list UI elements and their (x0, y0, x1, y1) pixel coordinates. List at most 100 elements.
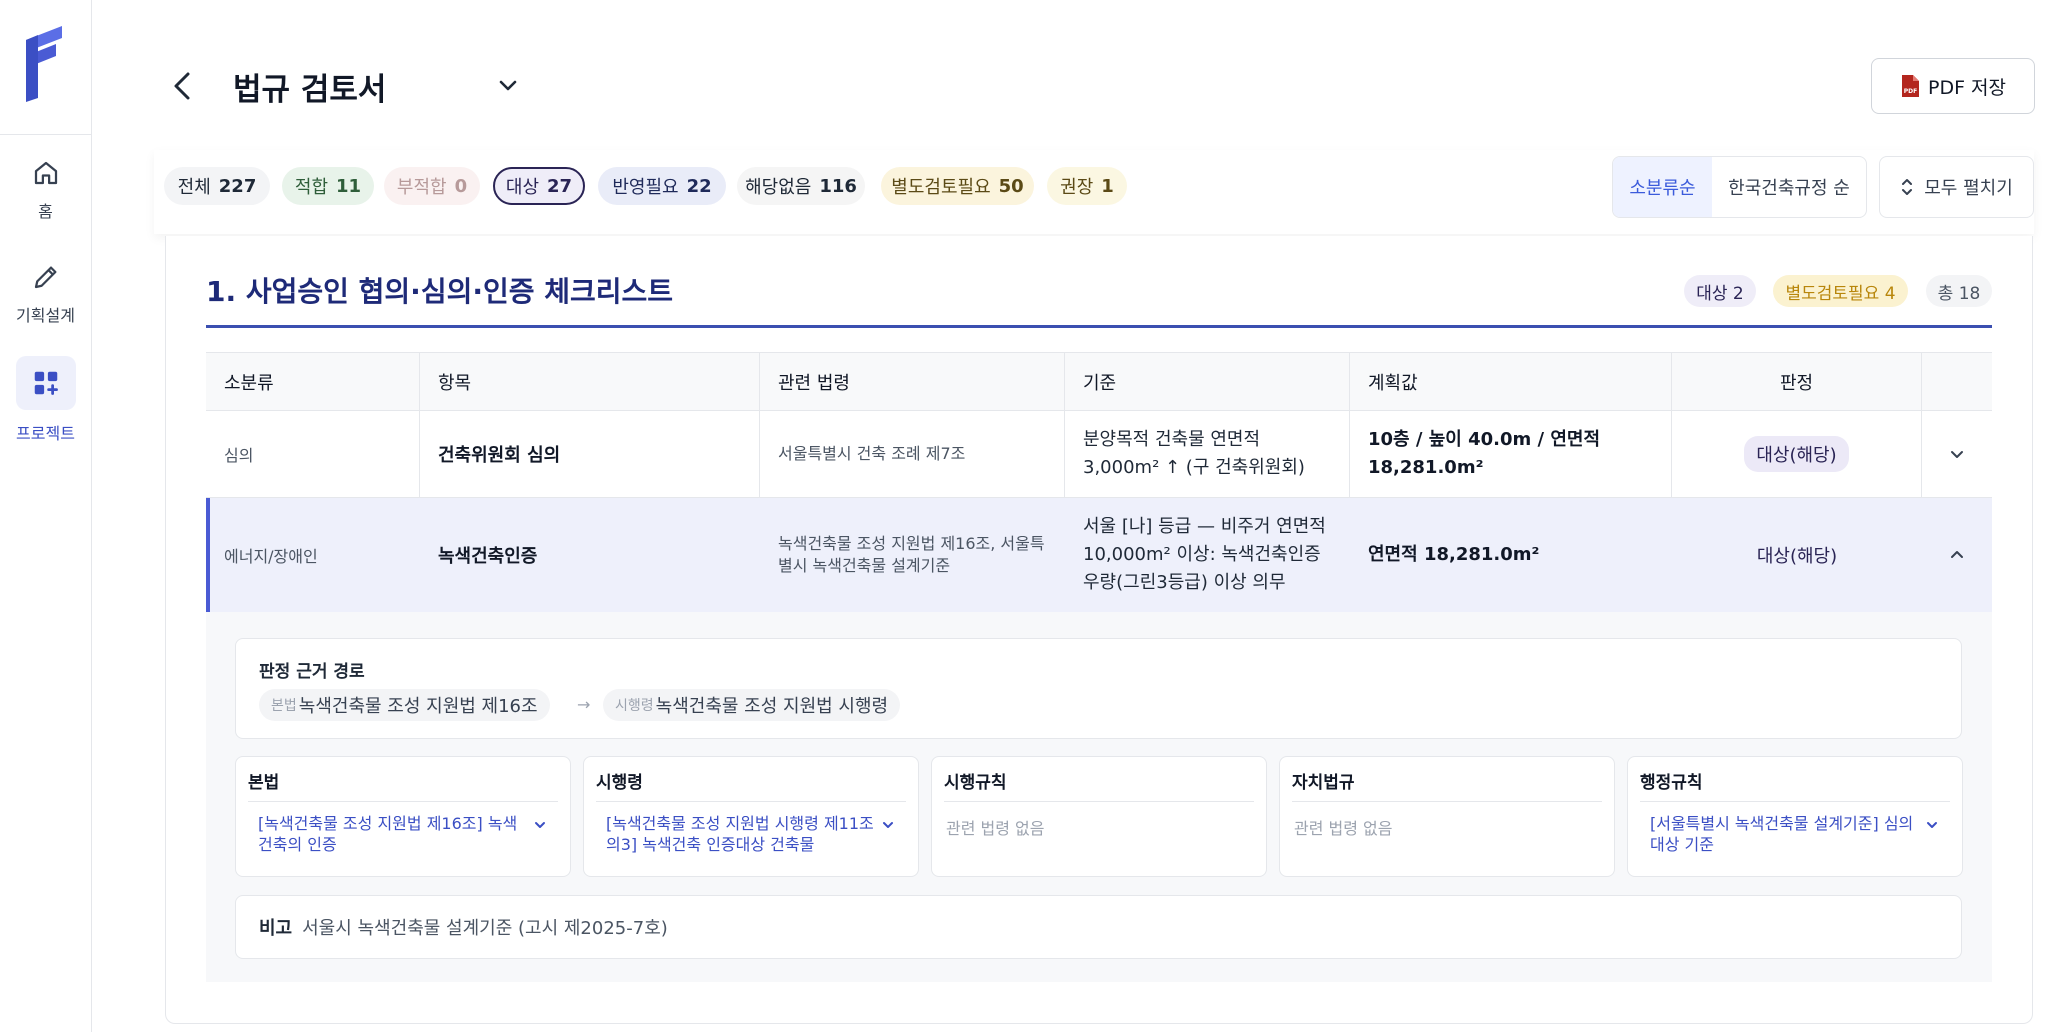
cell-category: 에너지/장애인 (224, 547, 318, 566)
chevron-down-icon[interactable] (1924, 817, 1940, 833)
path-chip-value: 녹색건축물 조성 지원법 제16조 (298, 696, 538, 717)
cell-law: 녹색건축물 조성 지원법 제16조, 서울특별시 녹색건축물 설계기준 (778, 534, 1045, 575)
grid-plus-icon (34, 371, 58, 395)
chip-count: 50 (998, 175, 1024, 197)
chip-label: 해당없음 (745, 177, 812, 198)
verdict-badge: 대상(해당) (1744, 436, 1849, 472)
logo-icon[interactable] (22, 24, 70, 104)
column-header: 항목 (420, 353, 760, 411)
chip-count: 1 (1101, 175, 1114, 197)
section-title: 1. 사업승인 협의·심의·인증 체크리스트 (206, 275, 674, 308)
sort-by-subcategory[interactable]: 소분류순 (1613, 157, 1712, 217)
law-card-decree: 시행령 [녹색건축물 조성 지원법 시행령 제11조의3] 녹색건축 인증대상 … (583, 756, 919, 877)
law-card-title: 시행규칙 (944, 768, 1254, 802)
law-link[interactable]: [서울특별시 녹색건축물 설계기준] 심의대상 기준 (1650, 813, 1920, 855)
chevron-down-icon[interactable] (494, 72, 522, 100)
section-badge-total: 총 18 (1926, 275, 1992, 307)
verdict-badge: 대상(해당) (1756, 546, 1838, 567)
filter-bar: 전체 227 적합 11 부적합 0 대상 27 반영필요 22 해당없음 116 별도검토… (154, 150, 2034, 234)
section-badge-separate-review: 별도검토필요 4 (1773, 275, 1908, 307)
sidebar-item-planning[interactable]: 기획설계 (0, 262, 91, 326)
expand-all-button[interactable]: 모두 펼치기 (1879, 156, 2034, 218)
law-card-act: 본법 [녹색건축물 조성 지원법 제16조] 녹색건축의 인증 (235, 756, 571, 877)
chevron-down-icon[interactable] (880, 817, 896, 833)
cell-plan: 10층 / 높이 40.0m / 연면적 18,281.0m² (1350, 411, 1672, 497)
filter-chip-target[interactable]: 대상 27 (493, 167, 585, 205)
cell-plan: 연면적 18,281.0m² (1368, 544, 1540, 565)
sidebar-item-label: 프로젝트 (16, 424, 75, 443)
cell-item: 건축위원회 심의 (420, 411, 760, 497)
chip-count: 22 (686, 175, 712, 197)
law-card-title: 자치법규 (1292, 768, 1602, 802)
chip-label: 권장 (1060, 177, 1094, 198)
chip-count: 116 (819, 175, 857, 197)
page-title: 법규 검토서 (233, 72, 387, 108)
home-icon (34, 161, 57, 185)
chip-count: 0 (454, 175, 468, 197)
chip-label: 반영필요 (612, 177, 679, 198)
chip-label: 별도검토필요 (891, 177, 991, 198)
pencil-icon (34, 266, 56, 289)
cell-verdict: 대상(해당) (1672, 498, 1922, 612)
filter-chip-recommended[interactable]: 권장 1 (1047, 167, 1127, 205)
chip-label: 대상 (505, 177, 540, 198)
table-header-row: 소분류 항목 관련 법령 기준 계획값 판정 (206, 352, 1992, 411)
table-row-expanded[interactable]: 에너지/장애인 녹색건축인증 녹색건축물 조성 지원법 제16조, 서울특별시 … (206, 498, 1992, 612)
law-card-local: 자치법규 관련 법령 없음 (1279, 756, 1615, 877)
pdf-save-label: PDF 저장 (1927, 76, 2007, 99)
filter-chip-all[interactable]: 전체 227 (164, 167, 270, 205)
law-none-text: 관련 법령 없음 (946, 819, 1045, 838)
cell-item: 녹색건축인증 (438, 546, 538, 567)
chip-label: 적합 (294, 177, 329, 198)
column-header: 계획값 (1350, 353, 1672, 411)
column-header: 소분류 (206, 353, 420, 411)
section-underline (206, 325, 1992, 328)
column-header: 판정 (1672, 353, 1922, 411)
sort-toggle: 소분류순 한국건축규정 순 (1612, 156, 1867, 218)
filter-chip-separate-review[interactable]: 별도검토필요 50 (881, 167, 1034, 205)
back-arrow-icon[interactable] (168, 68, 198, 104)
chip-count: 227 (218, 175, 257, 197)
note-label: 비고 (259, 918, 293, 939)
chip-label: 전체 (177, 177, 211, 198)
row-detail-panel: 판정 근거 경로 본법 녹색건축물 조성 지원법 제16조 → 시행령 녹색건축… (206, 612, 1992, 982)
law-link[interactable]: [녹색건축물 조성 지원법 제16조] 녹색건축의 인증 (258, 813, 528, 855)
path-chip[interactable]: 시행령 녹색건축물 조성 지원법 시행령 (603, 689, 901, 721)
nav-active-box (15, 356, 76, 410)
chip-label: 부적합 (396, 177, 447, 198)
note-box: 비고 서울시 녹색건축물 설계기준 (고시 제2025-7호) (235, 895, 1962, 959)
law-link[interactable]: [녹색건축물 조성 지원법 시행령 제11조의3] 녹색건축 인증대상 건축물 (606, 813, 876, 855)
cell-standard: 서울 [나] 등급 — 비주거 연면적 10,000m² 이상: 녹색건축인증 … (1083, 516, 1326, 593)
chip-count: 27 (547, 175, 573, 197)
pdf-file-icon: PDF (1900, 74, 1920, 98)
filter-chip-fail[interactable]: 부적합 0 (384, 167, 480, 205)
chevron-down-icon[interactable] (532, 817, 548, 833)
judgment-path-title: 판정 근거 경로 (259, 662, 365, 682)
chip-count: 11 (336, 175, 362, 197)
arrow-right-icon: → (577, 695, 591, 714)
sidebar-divider (0, 134, 91, 135)
sidebar-item-home[interactable]: 홈 (0, 158, 91, 222)
filter-chip-pass[interactable]: 적합 11 (282, 167, 374, 205)
path-chip-value: 녹색건축물 조성 지원법 시행령 (655, 696, 889, 717)
chevron-down-icon[interactable] (1947, 444, 1967, 464)
table-row[interactable]: 심의 건축위원회 심의 서울특별시 건축 조례 제7조 분양목적 건축물 연면적… (206, 411, 1992, 498)
column-header-expand (1922, 353, 1992, 411)
sidebar-item-projects[interactable]: 프로젝트 (0, 356, 91, 444)
column-header: 기준 (1065, 353, 1350, 411)
judgment-path-box: 판정 근거 경로 본법 녹색건축물 조성 지원법 제16조 → 시행령 녹색건축… (235, 638, 1962, 739)
expand-all-label: 모두 펼치기 (1924, 178, 2013, 199)
sidebar-item-label: 홈 (38, 202, 53, 221)
expand-arrows-icon (1902, 179, 1913, 195)
cell-expand (1922, 411, 1992, 497)
note-value: 서울시 녹색건축물 설계기준 (고시 제2025-7호) (302, 918, 668, 939)
path-chip[interactable]: 본법 녹색건축물 조성 지원법 제16조 (259, 689, 550, 721)
filter-chip-not-applicable[interactable]: 해당없음 116 (737, 167, 865, 205)
cell-category: 심의 (206, 411, 420, 497)
chevron-up-icon[interactable] (1947, 545, 1967, 565)
sort-by-korean-code[interactable]: 한국건축규정 순 (1712, 157, 1866, 217)
pdf-save-button[interactable]: PDF PDF 저장 (1871, 58, 2035, 114)
pdf-icon-text: PDF (1904, 88, 1917, 95)
law-card-title: 본법 (248, 768, 558, 802)
filter-chip-needs-reflection[interactable]: 반영필요 22 (598, 167, 726, 205)
